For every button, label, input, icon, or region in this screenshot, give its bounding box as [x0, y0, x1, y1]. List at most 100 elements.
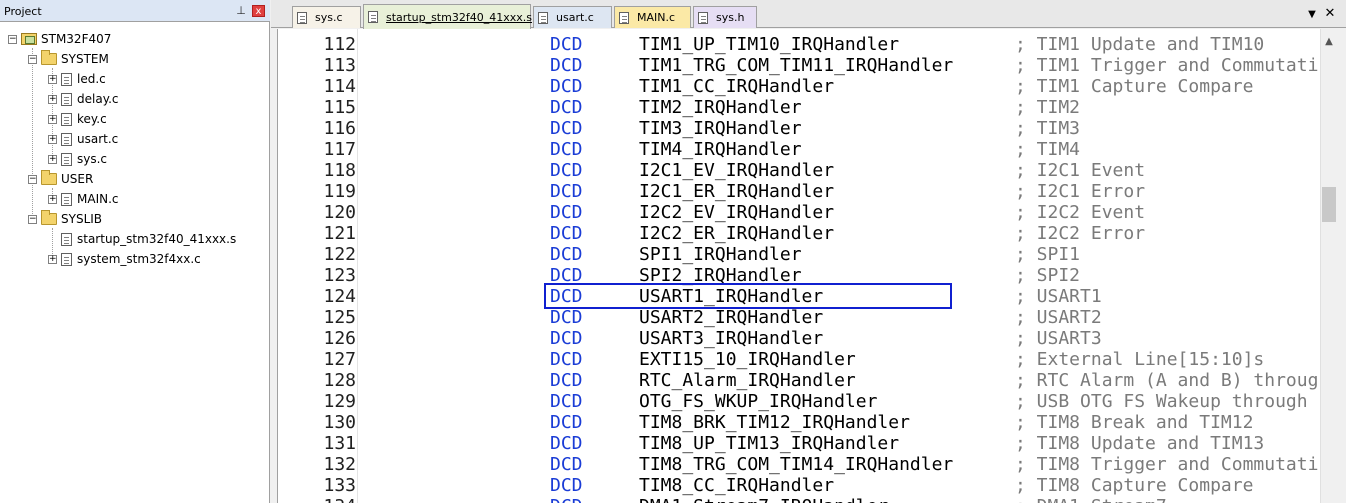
code-comment: ; USART1: [1015, 286, 1102, 307]
code-symbol: TIM1_CC_IRQHandler: [639, 76, 835, 97]
file-icon: [61, 112, 72, 126]
collapse-icon[interactable]: −: [28, 214, 37, 224]
file-icon: [619, 11, 629, 24]
code-line[interactable]: 120 DCD I2C2_EV_IRQHandler ; I2C2 Event: [278, 202, 1320, 223]
line-number: 123: [323, 265, 356, 286]
tree-target-item[interactable]: − STM32F407: [8, 30, 111, 48]
file-icon: [538, 11, 548, 24]
code-line[interactable]: 128 DCD RTC_Alarm_IRQHandler ; RTC Alarm (A…: [278, 370, 1320, 391]
collapse-icon[interactable]: −: [8, 34, 17, 44]
code-line[interactable]: 115 DCD TIM2_IRQHandler ; TIM2: [278, 97, 1320, 118]
line-number: 129: [323, 391, 356, 412]
expand-icon[interactable]: +: [48, 194, 57, 204]
pin-icon[interactable]: ⊥: [234, 4, 248, 18]
line-number: 132: [323, 454, 356, 475]
chevron-down-icon[interactable]: ▼: [1305, 8, 1319, 22]
code-symbol: TIM8_TRG_COM_TIM14_IRQHandler: [639, 454, 954, 475]
code-directive: DCD: [550, 139, 583, 160]
tab-main-c[interactable]: MAIN.c: [614, 6, 691, 28]
tree-folder-item[interactable]: − SYSLIB: [28, 210, 102, 228]
project-panel-title: Project: [4, 5, 42, 18]
tree-file-item[interactable]: + usart.c: [48, 130, 118, 148]
code-symbol: TIM4_IRQHandler: [639, 139, 802, 160]
tab-sys-c[interactable]: sys.c: [292, 6, 361, 28]
code-comment: ; TIM8 Trigger and Commutati: [1015, 454, 1319, 475]
code-line[interactable]: 126 DCD USART3_IRQHandler ; USART3: [278, 328, 1320, 349]
tree-file-item[interactable]: + system_stm32f4xx.c: [48, 250, 201, 268]
expand-icon[interactable]: +: [48, 254, 57, 264]
expand-icon[interactable]: +: [48, 114, 57, 124]
tree-file-item[interactable]: + sys.c: [48, 150, 107, 168]
code-line[interactable]: 118 DCD I2C1_EV_IRQHandler ; I2C1 Event: [278, 160, 1320, 181]
tab-startup-stm32f40-41xxx-s[interactable]: startup_stm32f40_41xxx.s: [363, 4, 532, 29]
code-comment: ; I2C2 Event: [1015, 202, 1146, 223]
code-directive: DCD: [550, 76, 583, 97]
close-icon[interactable]: x: [252, 5, 265, 17]
code-line[interactable]: 112 DCD TIM1_UP_TIM10_IRQHandler ; TIM1 Upd…: [278, 34, 1320, 55]
tree-file-item[interactable]: startup_stm32f40_41xxx.s: [48, 230, 236, 248]
close-tab-icon[interactable]: ✕: [1323, 7, 1337, 21]
code-line[interactable]: 129 DCD OTG_FS_WKUP_IRQHandler ; USB OTG FS…: [278, 391, 1320, 412]
code-line[interactable]: 122 DCD SPI1_IRQHandler ; SPI1: [278, 244, 1320, 265]
line-number: 125: [323, 307, 356, 328]
line-number: 112: [323, 34, 356, 55]
code-symbol: USART2_IRQHandler: [639, 307, 824, 328]
tree-folder-item[interactable]: − SYSTEM: [28, 50, 109, 68]
code-symbol: RTC_Alarm_IRQHandler: [639, 370, 856, 391]
code-comment: ; TIM3: [1015, 118, 1081, 139]
line-number: 124: [323, 286, 356, 307]
scrollbar-thumb[interactable]: [1322, 187, 1336, 222]
code-comment: ; TIM1 Update and TIM10: [1015, 34, 1265, 55]
scroll-up-arrow-icon[interactable]: ▲: [1321, 35, 1337, 49]
vertical-scrollbar[interactable]: ▲: [1320, 29, 1336, 503]
code-line[interactable]: 113 DCD TIM1_TRG_COM_TIM11_IRQHandler ; TIM…: [278, 55, 1320, 76]
code-comment: ; TIM8 Capture Compare: [1015, 475, 1254, 496]
expand-icon[interactable]: +: [48, 94, 57, 104]
expand-icon[interactable]: +: [48, 74, 57, 84]
code-line[interactable]: 114 DCD TIM1_CC_IRQHandler ; TIM1 Capture C…: [278, 76, 1320, 97]
code-directive: DCD: [550, 202, 583, 223]
tree-item-label: system_stm32f4xx.c: [77, 252, 201, 266]
code-symbol: I2C2_ER_IRQHandler: [639, 223, 835, 244]
tree-file-item[interactable]: + key.c: [48, 110, 107, 128]
code-line[interactable]: 132 DCD TIM8_TRG_COM_TIM14_IRQHandler ; TIM…: [278, 454, 1320, 475]
tab-sys-h[interactable]: sys.h: [693, 6, 757, 28]
code-comment: ; TIM1 Capture Compare: [1015, 76, 1254, 97]
line-number: 131: [323, 433, 356, 454]
expand-icon[interactable]: +: [48, 154, 57, 164]
line-number: 126: [323, 328, 356, 349]
tree-folder-item[interactable]: − USER: [28, 170, 93, 188]
collapse-icon[interactable]: −: [28, 54, 37, 64]
file-icon: [61, 72, 72, 86]
code-editor[interactable]: 112 DCD TIM1_UP_TIM10_IRQHandler ; TIM1 Upd…: [277, 29, 1320, 503]
code-directive: DCD: [550, 475, 583, 496]
tree-item-label: key.c: [77, 112, 107, 126]
code-line[interactable]: 130 DCD TIM8_BRK_TIM12_IRQHandler ; TIM8 Br…: [278, 412, 1320, 433]
folder-icon: [41, 170, 57, 185]
tree-file-item[interactable]: + led.c: [48, 70, 106, 88]
code-directive: DCD: [550, 412, 583, 433]
code-line[interactable]: 116 DCD TIM3_IRQHandler ; TIM3: [278, 118, 1320, 139]
code-line[interactable]: 133 DCD TIM8_CC_IRQHandler ; TIM8 Capture C…: [278, 475, 1320, 496]
line-number: 120: [323, 202, 356, 223]
tree-file-item[interactable]: + delay.c: [48, 90, 119, 108]
code-line[interactable]: 127 DCD EXTI15_10_IRQHandler ; External Lin…: [278, 349, 1320, 370]
tab-label: startup_stm32f40_41xxx.s: [386, 10, 532, 24]
line-number: 116: [323, 118, 356, 139]
collapse-icon[interactable]: −: [28, 174, 37, 184]
code-comment: ; RTC Alarm (A and B) throug: [1015, 370, 1319, 391]
line-number: 134: [278, 496, 356, 503]
code-line[interactable]: 119 DCD I2C1_ER_IRQHandler ; I2C1 Error: [278, 181, 1320, 202]
code-line[interactable]: 125 DCD USART2_IRQHandler ; USART2: [278, 307, 1320, 328]
code-comment: ; I2C2 Error: [1015, 223, 1146, 244]
code-symbol: OTG_FS_WKUP_IRQHandler: [639, 391, 878, 412]
tab-usart-c[interactable]: usart.c: [533, 6, 612, 28]
tree-file-item[interactable]: + MAIN.c: [48, 190, 119, 208]
expand-icon[interactable]: +: [48, 134, 57, 144]
code-line[interactable]: 134 DCD DMA1_Stream7_IRQHandler ; DMA1 Stre…: [278, 496, 1320, 503]
code-line[interactable]: 121 DCD I2C2_ER_IRQHandler ; I2C2 Error: [278, 223, 1320, 244]
code-line[interactable]: 131 DCD TIM8_UP_TIM13_IRQHandler ; TIM8 Upd…: [278, 433, 1320, 454]
highlight-box: [544, 283, 952, 309]
code-line[interactable]: 117 DCD TIM4_IRQHandler ; TIM4: [278, 139, 1320, 160]
line-number: 127: [323, 349, 356, 370]
